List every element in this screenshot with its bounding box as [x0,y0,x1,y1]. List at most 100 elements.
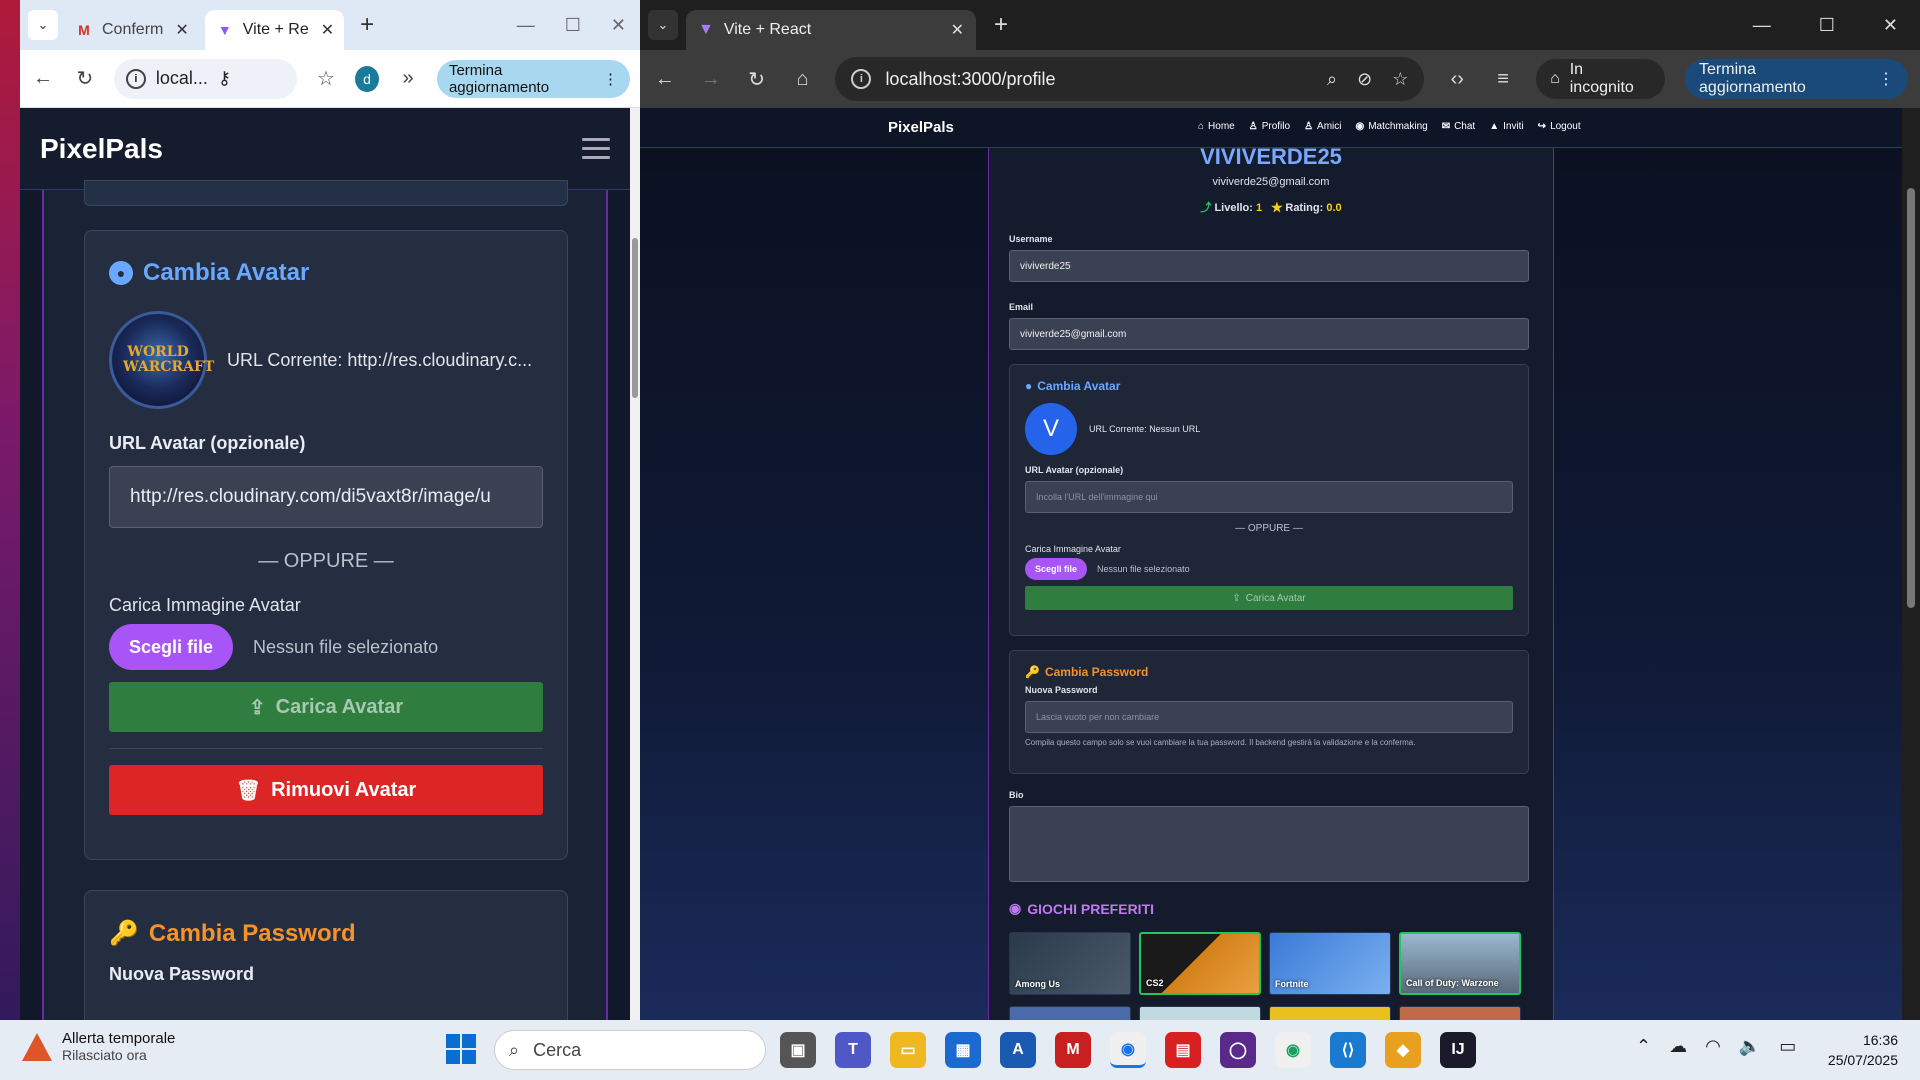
upload-avatar-button[interactable]: ⇪ Carica Avatar [1025,586,1513,610]
more-icon[interactable]: ⋮ [1878,69,1894,89]
nav-chat[interactable]: ✉ Chat [1442,121,1476,132]
game-card[interactable] [1009,1006,1131,1020]
chevron-up-icon[interactable]: ⌃ [1636,1036,1651,1057]
calendar-app-icon[interactable]: ▤ [1165,1032,1201,1068]
new-tab-button[interactable]: + [984,11,1018,39]
close-tab-icon[interactable]: ✕ [175,20,188,40]
address-text: local... [155,68,208,88]
home-icon[interactable]: ⌂ [790,68,816,91]
profile-avatar[interactable]: d [354,65,380,92]
file-explorer-icon[interactable]: ▭ [890,1032,926,1068]
nav-inviti[interactable]: ▲ Inviti [1489,121,1523,132]
url-avatar-input[interactable]: Incolla l'URL dell'immagine qui [1025,481,1513,513]
task-view-icon[interactable]: ▣ [780,1032,816,1068]
maximize-icon[interactable]: ☐ [1819,15,1835,36]
azure-icon[interactable]: A [1000,1032,1036,1068]
star-icon[interactable]: ☆ [313,66,339,91]
no-file-text: Nessun file selezionato [1097,564,1190,574]
taskbar-search[interactable]: ⌕ Cerca [494,1030,766,1070]
design-app-icon[interactable]: ◆ [1385,1032,1421,1068]
reload-icon[interactable]: ↻ [744,67,770,92]
incognito-indicator[interactable]: ⌂ In incognito [1536,59,1666,99]
choose-file-button[interactable]: Scegli file [1025,558,1088,580]
media-icon[interactable]: ≡ [1490,68,1516,91]
tab-gmail[interactable]: M Conferm ✕ [64,10,199,50]
forward-icon[interactable]: → [698,68,724,91]
nav-profilo[interactable]: ♙ Profilo [1249,121,1290,132]
clock[interactable]: 16:36 25/07/2025 [1828,1030,1898,1070]
current-avatar-row: WORLD WARCRAFT URL Corrente: http://res.… [109,311,543,409]
zoom-icon[interactable]: ⌕ [1327,69,1337,90]
scrollbar-thumb[interactable] [1907,188,1915,608]
update-button[interactable]: Termina aggiornamento ⋮ [436,59,630,98]
wifi-icon[interactable]: ◠ [1705,1036,1721,1057]
back-icon[interactable]: ← [30,67,56,90]
upload-avatar-button[interactable]: ⇪ Carica Avatar [109,682,543,732]
game-card[interactable] [1139,1006,1261,1020]
chevron-double-right-icon[interactable]: » [395,67,421,90]
game-card-cs2[interactable]: CS2 [1139,932,1261,995]
minimize-icon[interactable]: — [1753,15,1771,36]
email-input[interactable]: viviverde25@gmail.com [1009,318,1529,350]
more-icon[interactable]: ⋮ [603,70,618,88]
site-info-icon[interactable]: i [125,68,146,89]
close-window-icon[interactable]: ✕ [611,15,626,36]
nav-logout[interactable]: ↪ Logout [1538,121,1581,132]
brand-logo[interactable]: PixelPals [40,133,163,165]
minimize-icon[interactable]: — [517,15,535,36]
chrome-icon[interactable]: ◉ [1110,1032,1146,1068]
url-avatar-input[interactable]: http://res.cloudinary.com/di5vaxt8r/imag… [109,466,543,528]
chrome-profile-icon[interactable]: ◉ [1275,1032,1311,1068]
tab-search-button[interactable]: ⌄ [28,10,58,40]
game-card-among-us[interactable]: Among Us [1009,932,1131,995]
maximize-icon[interactable]: ☐ [565,15,581,36]
reload-icon[interactable]: ↻ [72,66,98,91]
brand-logo[interactable]: PixelPals [888,119,954,136]
close-tab-icon[interactable]: ✕ [951,20,964,40]
back-icon[interactable]: ← [652,68,678,91]
weather-widget[interactable]: Allerta temporale Rilasciato ora [22,1030,175,1063]
update-button[interactable]: Termina aggiornamento ⋮ [1685,59,1909,99]
site-info-icon[interactable]: i [851,69,872,89]
intellij-icon[interactable]: IJ [1440,1032,1476,1068]
eye-off-icon[interactable]: ⊘ [1357,69,1372,90]
remove-avatar-button[interactable]: 🗑 Rimuovi Avatar [109,765,543,815]
hamburger-menu-icon[interactable] [582,138,610,159]
nav-home[interactable]: ⌂ Home [1198,121,1235,132]
close-window-icon[interactable]: ✕ [1883,15,1898,36]
taskbar: Allerta temporale Rilasciato ora ⌕ Cerca… [0,1020,1920,1080]
tab-vite-react[interactable]: ▼ Vite + React ✕ [686,10,976,50]
choose-file-button[interactable]: Scegli file [109,624,234,670]
volume-icon[interactable]: 🔈 [1739,1036,1761,1057]
nav-matchmaking[interactable]: ◉ Matchmaking [1355,121,1427,132]
game-card-warzone[interactable]: Call of Duty: Warzone [1399,932,1521,995]
vscode-icon[interactable]: ⟨⟩ [1330,1032,1366,1068]
cloud-icon[interactable]: ☁ [1669,1036,1687,1057]
close-tab-icon[interactable]: ✕ [321,20,334,40]
game-card-fortnite[interactable]: Fortnite [1269,932,1391,995]
github-icon[interactable]: ◯ [1220,1032,1256,1068]
users-icon: ♙ [1304,121,1314,132]
game-card[interactable] [1399,1006,1521,1020]
nav-amici[interactable]: ♙ Amici [1304,121,1341,132]
teams-icon[interactable]: T [835,1032,871,1068]
username-input[interactable]: viviverde25 [1009,250,1529,282]
game-card[interactable] [1269,1006,1391,1020]
address-bar[interactable]: i localhost:3000/profile ⌕ ⊘ ☆ [835,57,1425,101]
mcafee-icon[interactable]: M [1055,1032,1091,1068]
address-bar[interactable]: i local... ⚷ [113,58,298,99]
new-password-input[interactable]: Lascia vuoto per non cambiare [1025,701,1513,733]
windows-start-icon[interactable] [446,1034,476,1064]
star-icon[interactable]: ☆ [1392,69,1408,90]
right-scrollbar[interactable] [1902,108,1920,1020]
key-icon[interactable]: ⚷ [218,68,231,89]
tab-vite[interactable]: ▼ Vite + Re ✕ [204,10,345,50]
left-scrollbar[interactable] [630,108,640,1020]
bio-textarea[interactable] [1009,806,1529,882]
store-icon[interactable]: ▦ [945,1032,981,1068]
battery-icon[interactable]: ▭ [1779,1036,1796,1057]
tab-search-button[interactable]: ⌄ [648,10,678,40]
scrollbar-thumb[interactable] [632,238,638,398]
new-tab-button[interactable]: + [350,11,384,39]
code-icon[interactable]: ‹› [1444,68,1470,91]
